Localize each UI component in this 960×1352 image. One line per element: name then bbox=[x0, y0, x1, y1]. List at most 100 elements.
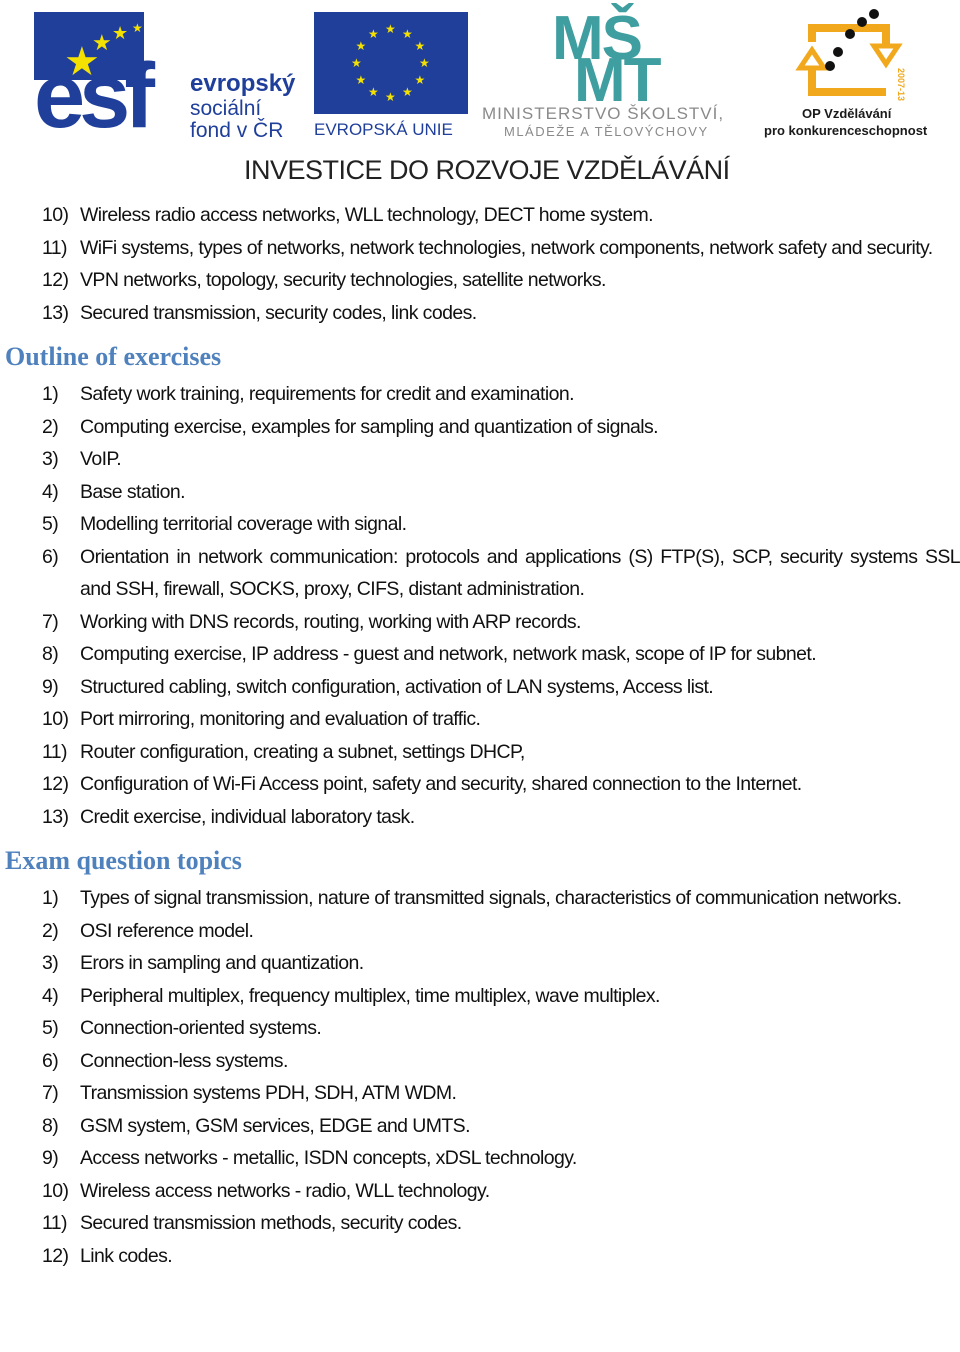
banner-text: INVESTICE DO ROZVOJE VZDĚLÁVÁNÍ bbox=[244, 155, 730, 185]
item-number: 5) bbox=[42, 1017, 59, 1039]
item-number: 1) bbox=[42, 383, 59, 405]
msmt-mark-bottom: MT bbox=[574, 46, 662, 115]
item-text: Access networks - metallic, ISDN concept… bbox=[80, 1147, 577, 1169]
eu-star-icon: ★ bbox=[419, 56, 430, 70]
item-text: Orientation in network communication: pr… bbox=[80, 545, 960, 601]
item-number: 2) bbox=[42, 919, 59, 942]
list-item: 3) Erors in sampling and quantization. bbox=[0, 947, 960, 980]
eu-logo: ★ ★ ★ ★ ★ ★ ★ ★ ★ ★ ★ ★ EVROPSKÁ UNIE bbox=[314, 12, 468, 140]
item-text: OSI reference model. bbox=[80, 919, 254, 942]
msmt-line-1: MINISTERSTVO ŠKOLSTVÍ, bbox=[482, 104, 725, 123]
list-item: 7) Working with DNS records, routing, wor… bbox=[0, 606, 960, 639]
list-item: 11) WiFi systems, types of networks, netw… bbox=[0, 232, 960, 265]
esf-line-2: sociální fond v ČR bbox=[190, 98, 283, 142]
item-text: Secured transmission methods, security c… bbox=[80, 1212, 462, 1234]
esf-line-2-text: sociální bbox=[190, 97, 262, 120]
item-number: 10) bbox=[42, 204, 69, 226]
item-text: Base station. bbox=[80, 480, 186, 503]
op-years: 2007-13 bbox=[896, 68, 906, 101]
msmt-line-2: MLÁDEŽE A TĚLOVÝCHOVY bbox=[504, 124, 709, 139]
eu-flag: ★ ★ ★ ★ ★ ★ ★ ★ ★ ★ ★ ★ bbox=[314, 12, 468, 114]
exercises-heading: Outline of exercises bbox=[5, 342, 222, 371]
item-text: Connection-less systems. bbox=[80, 1049, 288, 1072]
item-text: Port mirroring, monitoring and evaluatio… bbox=[80, 708, 481, 730]
eu-star-icon: ★ bbox=[368, 85, 379, 100]
item-number: 13) bbox=[42, 805, 69, 828]
item-text: Modelling territorial coverage with sign… bbox=[80, 513, 407, 535]
op-logo: 2007-13 OP Vzdělávání pro konkurencescho… bbox=[760, 6, 960, 140]
item-number: 12) bbox=[42, 773, 69, 795]
item-text: Peripheral multiplex, frequency multiple… bbox=[80, 984, 660, 1007]
msmt-logo: MŠ MT MINISTERSTVO ŠKOLSTVÍ, MLÁDEŽE A T… bbox=[482, 8, 752, 140]
item-number: 2) bbox=[42, 415, 59, 438]
item-text: Secured transmission, security codes, li… bbox=[80, 301, 477, 324]
list-item: 3) VoIP. bbox=[0, 443, 960, 476]
list-item: 12) Link codes. bbox=[0, 1240, 960, 1273]
item-text: Working with DNS records, routing, worki… bbox=[80, 610, 581, 633]
list-item: 12) Configuration of Wi-Fi Access point, … bbox=[0, 768, 960, 801]
item-text: Credit exercise, individual laboratory t… bbox=[80, 805, 415, 828]
item-number: 5) bbox=[42, 513, 59, 535]
eu-star-icon: ★ bbox=[414, 73, 426, 87]
eu-star-icon: ★ bbox=[355, 73, 367, 87]
list-item: 11) Router configuration, creating a subn… bbox=[0, 736, 960, 769]
item-text: Erors in sampling and quantization. bbox=[80, 952, 364, 974]
item-number: 12) bbox=[42, 269, 69, 291]
list-item: 5) Modelling territorial coverage with si… bbox=[0, 508, 960, 541]
item-text: Structured cabling, switch configuration… bbox=[80, 675, 714, 698]
list-item: 10) Port mirroring, monitoring and evalua… bbox=[0, 703, 960, 736]
item-text: WiFi systems, types of networks, network… bbox=[80, 236, 933, 259]
esf-letters: esf bbox=[34, 45, 155, 147]
item-number: 11) bbox=[42, 1212, 68, 1234]
item-number: 9) bbox=[42, 675, 59, 698]
item-number: 8) bbox=[42, 643, 59, 665]
esf-logo: ★ ★ ★ ★ esf evropský sociální fond v ČR bbox=[34, 12, 304, 147]
list-item: 4) Peripheral multiplex, frequency multip… bbox=[0, 980, 960, 1013]
esf-line-3-text: fond v ČR bbox=[190, 119, 284, 142]
item-number: 1) bbox=[42, 887, 59, 909]
list-item: 10) Wireless access networks - radio, WLL… bbox=[0, 1175, 960, 1208]
eu-label: EVROPSKÁ UNIE bbox=[314, 120, 453, 139]
list-item: 1) Types of signal transmission, nature o… bbox=[0, 882, 960, 915]
op-line-1: OP Vzdělávání bbox=[802, 106, 892, 121]
document-body: 10) Wireless radio access networks, WLL t… bbox=[0, 199, 960, 1272]
exercises-list: 1) Safety work training, requirements for… bbox=[0, 378, 960, 833]
item-number: 3) bbox=[42, 952, 59, 974]
item-text: VPN networks, topology, security technol… bbox=[80, 269, 606, 291]
item-text: Computing exercise, examples for samplin… bbox=[80, 415, 659, 438]
list-item: 8) Computing exercise, IP address - guest… bbox=[0, 638, 960, 671]
item-number: 6) bbox=[42, 1049, 59, 1072]
item-text: Types of signal transmission, nature of … bbox=[80, 887, 902, 909]
eu-star-icon: ★ bbox=[351, 56, 362, 70]
list-item: 10) Wireless radio access networks, WLL t… bbox=[0, 199, 960, 232]
list-item: 11) Secured transmission methods, securit… bbox=[0, 1207, 960, 1240]
item-number: 7) bbox=[42, 610, 59, 633]
star-icon: ★ bbox=[132, 21, 143, 35]
item-number: 4) bbox=[42, 480, 59, 503]
list-item: 2) OSI reference model. bbox=[0, 915, 960, 948]
item-text: Computing exercise, IP address - guest a… bbox=[80, 643, 817, 665]
item-number: 10) bbox=[42, 708, 69, 730]
eu-star-icon: ★ bbox=[385, 22, 396, 36]
op-cycle-icon: 2007-13 bbox=[795, 9, 906, 101]
item-number: 13) bbox=[42, 301, 69, 324]
list-item: 9) Structured cabling, switch configurati… bbox=[0, 671, 960, 704]
item-text: Link codes. bbox=[80, 1244, 173, 1267]
exam-topics-list: 1) Types of signal transmission, nature o… bbox=[0, 882, 960, 1272]
list-item: 12) VPN networks, topology, security tech… bbox=[0, 264, 960, 297]
eu-star-icon: ★ bbox=[402, 26, 413, 41]
list-item: 6) Orientation in network communication: … bbox=[0, 541, 960, 606]
esf-line-1: evropský bbox=[190, 70, 296, 97]
item-number: 8) bbox=[42, 1114, 59, 1137]
item-text: GSM system, GSM services, EDGE and UMTS. bbox=[80, 1114, 471, 1137]
item-number: 11) bbox=[42, 740, 68, 763]
eu-star-icon: ★ bbox=[385, 90, 396, 104]
item-number: 10) bbox=[42, 1179, 69, 1202]
list-item: 8) GSM system, GSM services, EDGE and UMT… bbox=[0, 1110, 960, 1143]
op-line-2: pro konkurenceschopnost bbox=[764, 123, 928, 138]
list-item: 5) Connection-oriented systems. bbox=[0, 1012, 960, 1045]
lecture-list-continued: 10) Wireless radio access networks, WLL t… bbox=[0, 199, 960, 329]
item-text: Wireless radio access networks, WLL tech… bbox=[80, 204, 654, 226]
item-number: 4) bbox=[42, 984, 59, 1007]
list-item: 13) Secured transmission, security codes,… bbox=[0, 297, 960, 330]
